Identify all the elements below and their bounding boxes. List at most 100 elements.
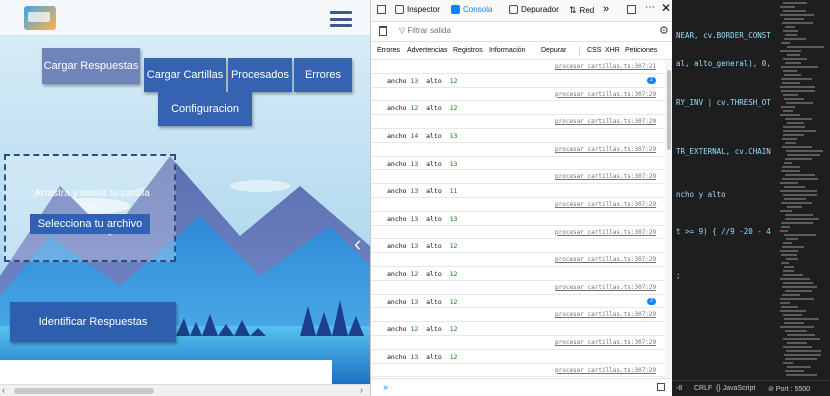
minimap-line — [784, 234, 816, 236]
console-settings-icon[interactable]: ⚙ — [659, 24, 669, 37]
ancho-value: 13 — [410, 159, 419, 168]
minimap-line — [787, 122, 804, 124]
log-source-link[interactable]: procesar cartillas.ts:307:29 — [555, 201, 656, 208]
minimap-line — [783, 314, 802, 316]
inspector-icon — [395, 5, 404, 14]
minimap-line — [784, 198, 806, 200]
log-message: ancho 13 alto 12 — [387, 242, 458, 251]
minimap-line — [780, 190, 817, 192]
devtools-toolbar: Inspector Consola Depurador ⇅ Red » ⋯ ✕ — [371, 0, 673, 22]
minimap-line — [785, 218, 819, 220]
log-source-link[interactable]: procesar cartillas.ts:307:29 — [555, 146, 656, 153]
console-scrollbar-thumb[interactable] — [667, 70, 671, 150]
tab-network[interactable]: ⇅ Red — [569, 5, 594, 16]
log-message: ancho 13 alto 13 — [387, 214, 458, 223]
eol-label[interactable]: CRLF — [694, 385, 712, 392]
log-source-link[interactable]: procesar cartillas.ts:307:21 — [555, 63, 656, 70]
log-source-link[interactable]: procesar cartillas.ts:307:29 — [555, 256, 656, 263]
console-icon — [451, 5, 460, 14]
network-icon: ⇅ — [569, 5, 577, 15]
filter-css[interactable]: CSS — [587, 47, 601, 54]
filter-info[interactable]: Información — [489, 47, 526, 54]
overflow-menu-icon[interactable]: ⋯ — [645, 2, 655, 13]
clear-console-icon[interactable] — [379, 26, 387, 36]
minimap-line — [780, 182, 798, 184]
app-logo[interactable] — [24, 6, 56, 30]
console-input[interactable]: » — [371, 378, 673, 396]
minimap-line — [780, 114, 800, 116]
code-line[interactable]: ; — [676, 271, 681, 280]
code-line[interactable]: NEAR, cv.BORDER_CONST — [676, 31, 771, 40]
log-source-link[interactable]: procesar cartillas.ts:307:29 — [555, 229, 656, 236]
log-source-link[interactable]: procesar cartillas.ts:307:29 — [555, 284, 656, 291]
tab-debugger[interactable]: Depurador — [509, 5, 559, 14]
ancho-value: 14 — [410, 132, 419, 140]
nav-configuracion-button[interactable]: Configuracion — [158, 92, 252, 126]
dock-options-icon[interactable] — [627, 5, 636, 14]
minimap-line — [785, 330, 807, 332]
split-console-icon[interactable] — [657, 383, 665, 391]
scroll-left-icon[interactable]: ‹ — [2, 385, 5, 395]
filter-warnings[interactable]: Advertencias — [407, 47, 447, 54]
code-line[interactable]: RY_INV | cv.THRESH_OT — [676, 98, 771, 107]
log-source-link[interactable]: procesar cartillas.ts:307:29 — [555, 118, 656, 125]
log-source-link[interactable]: procesar cartillas.ts:307:29 — [555, 173, 656, 180]
ancho-value: 12 — [410, 104, 419, 113]
pick-element-icon[interactable] — [377, 5, 386, 14]
tab-network-label: Red — [579, 6, 595, 15]
minimap-line — [782, 138, 797, 140]
scrollbar-thumb[interactable] — [14, 388, 154, 394]
code-line[interactable]: al, alto_general), 0, — [676, 59, 771, 68]
code-line[interactable]: t >= 9) { //9 -20 - 4 — [676, 227, 771, 236]
live-server-port-label[interactable]: ⊘ Port : 5500 — [768, 385, 810, 393]
filter-input[interactable]: ▽ Filtrar salida — [399, 26, 451, 35]
nav-errores-button[interactable]: Errores — [294, 58, 352, 92]
log-source-link[interactable]: procesar cartillas.ts:307:29 — [555, 311, 656, 318]
filter-placeholder: Filtrar salida — [407, 26, 451, 35]
log-source-link[interactable]: procesar cartillas.ts:307:29 — [555, 91, 656, 98]
code-line[interactable]: ncho y alto — [676, 190, 726, 199]
nav-cargar-cartillas-button[interactable]: Cargar Cartillas — [144, 58, 226, 92]
close-devtools-icon[interactable]: ✕ — [661, 1, 671, 15]
filter-debug[interactable]: Depurar — [541, 47, 566, 54]
code-minimap[interactable] — [780, 0, 824, 380]
scroll-right-icon[interactable]: › — [360, 385, 363, 395]
filter-separator — [579, 46, 580, 56]
minimap-line — [783, 270, 794, 272]
tab-console[interactable]: Consola — [451, 5, 492, 14]
carousel-prev-icon[interactable]: ‹ — [354, 232, 370, 256]
select-file-button[interactable]: Selecciona tu archivo — [30, 214, 150, 234]
minimap-line — [780, 302, 790, 304]
file-dropzone[interactable]: Arrastra y suelta tu cartilla o Seleccio… — [4, 154, 176, 262]
code-editor: NEAR, cv.BORDER_CONST al, alto_general),… — [672, 0, 830, 396]
horizontal-scrollbar[interactable]: ‹ › — [0, 384, 370, 396]
minimap-line — [783, 134, 804, 136]
filter-logs[interactable]: Registros — [453, 47, 483, 54]
filter-requests[interactable]: Peticiones — [625, 47, 657, 54]
hamburger-menu-icon[interactable] — [330, 11, 352, 27]
identify-answers-button[interactable]: Identificar Respuestas — [10, 302, 176, 342]
footer-panel — [0, 360, 332, 384]
log-source-link[interactable]: procesar cartillas.ts:307:29 — [555, 339, 656, 346]
devtools-panel: Inspector Consola Depurador ⇅ Red » ⋯ ✕ … — [370, 0, 673, 396]
nav-cargar-respuestas-button[interactable]: Cargar Respuestas — [42, 48, 140, 84]
filter-errors[interactable]: Errores — [377, 47, 400, 54]
nav-procesados-button[interactable]: Procesados — [228, 58, 292, 92]
console-log-row: procesar cartillas.ts:307:29 — [371, 88, 665, 102]
minimap-line — [785, 62, 801, 64]
language-mode-label[interactable]: {} JavaScript — [716, 385, 755, 392]
encoding-label[interactable]: -8 — [676, 385, 682, 392]
tab-inspector[interactable]: Inspector — [395, 5, 440, 14]
minimap-line — [782, 146, 812, 148]
minimap-line — [782, 166, 800, 168]
log-source-link[interactable]: procesar cartillas.ts:307:29 — [555, 367, 656, 374]
minimap-line — [783, 338, 820, 340]
code-line[interactable]: TR_EXTERNAL, cv.CHAIN — [676, 147, 771, 156]
minimap-line — [782, 286, 817, 288]
minimap-line — [783, 346, 812, 348]
alto-value: 13 — [449, 214, 458, 223]
minimap-line — [785, 214, 813, 216]
more-tabs-icon[interactable]: » — [603, 3, 609, 15]
ancho-value: 13 — [410, 187, 419, 196]
filter-xhr[interactable]: XHR — [605, 47, 620, 54]
